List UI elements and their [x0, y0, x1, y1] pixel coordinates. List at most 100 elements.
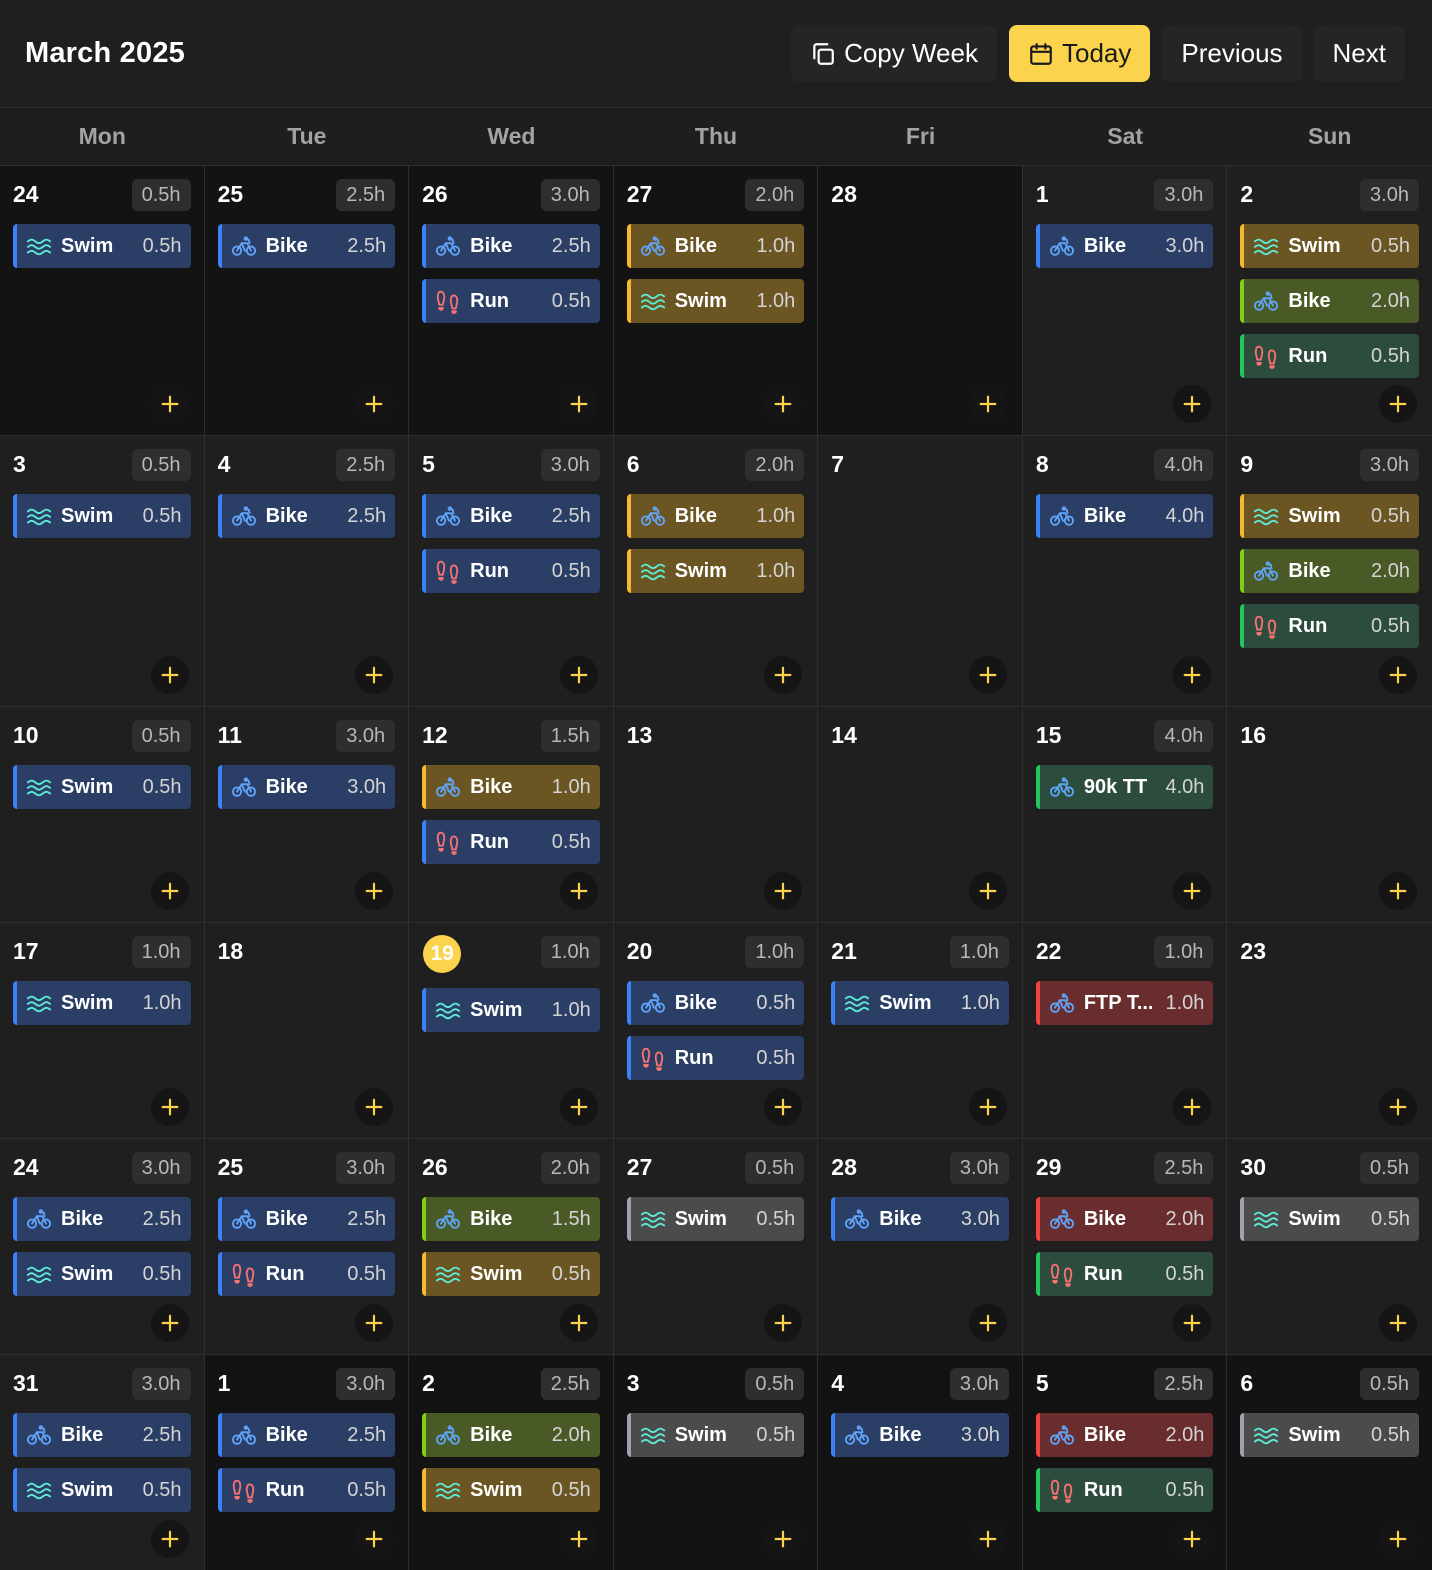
add-workout-button[interactable]	[968, 1520, 1007, 1558]
add-workout-button[interactable]	[1173, 656, 1212, 694]
day-cell[interactable]: 2 2.5h Bike 2.0h Swim 0.5h	[409, 1355, 614, 1570]
add-workout-button[interactable]	[150, 1304, 189, 1342]
day-cell[interactable]: 28 3.0h Bike 3.0h	[818, 1139, 1023, 1355]
workout-event-run[interactable]: Run 0.5h	[1035, 1252, 1214, 1296]
add-workout-button[interactable]	[150, 1520, 189, 1558]
add-workout-button[interactable]	[1173, 1088, 1212, 1126]
workout-event-bike[interactable]: 90k TT 4.0h	[1035, 765, 1214, 809]
day-cell[interactable]: 10 0.5h Swim 0.5h	[0, 707, 205, 923]
add-workout-button[interactable]	[559, 656, 598, 694]
workout-event-swim[interactable]: Swim 1.0h	[626, 549, 805, 593]
previous-button[interactable]: Previous	[1162, 25, 1302, 82]
workout-event-run[interactable]: Run 0.5h	[217, 1252, 396, 1296]
day-cell[interactable]: 2 3.0h Swim 0.5h Bike 2.0h Run 0.5h	[1227, 166, 1432, 436]
workout-event-swim[interactable]: Swim 0.5h	[13, 1468, 191, 1512]
add-workout-button[interactable]	[355, 872, 394, 910]
workout-event-swim[interactable]: Swim 0.5h	[13, 494, 191, 538]
workout-event-swim[interactable]: Swim 0.5h	[13, 765, 191, 809]
workout-event-swim[interactable]: Swim 0.5h	[1240, 494, 1419, 538]
add-workout-button[interactable]	[559, 1304, 598, 1342]
workout-event-bike[interactable]: Bike 1.0h	[626, 494, 805, 538]
workout-event-bike[interactable]: Bike 2.5h	[217, 224, 396, 268]
day-cell[interactable]: 17 1.0h Swim 1.0h	[0, 923, 205, 1139]
add-workout-button[interactable]	[355, 1088, 394, 1126]
day-cell[interactable]: 3 0.5h Swim 0.5h	[0, 436, 205, 707]
workout-event-swim[interactable]: Swim 0.5h	[626, 1197, 805, 1241]
add-workout-button[interactable]	[968, 872, 1007, 910]
workout-event-bike[interactable]: Bike 1.0h	[422, 765, 600, 809]
workout-event-bike[interactable]: Bike 2.0h	[1035, 1197, 1214, 1241]
copy-week-button[interactable]: Copy Week	[791, 25, 997, 82]
day-cell[interactable]: 20 1.0h Bike 0.5h Run 0.5h	[613, 923, 819, 1139]
add-workout-button[interactable]	[559, 385, 598, 423]
day-cell[interactable]: 27 0.5h Swim 0.5h	[613, 1139, 819, 1355]
day-cell[interactable]: 1 3.0h Bike 2.5h Run 0.5h	[204, 1355, 410, 1570]
add-workout-button[interactable]	[764, 656, 803, 694]
workout-event-bike[interactable]: Bike 2.5h	[13, 1413, 191, 1457]
workout-event-swim[interactable]: Swim 1.0h	[13, 981, 191, 1025]
day-cell[interactable]: 24 3.0h Bike 2.5h Swim 0.5h	[0, 1139, 205, 1355]
day-cell[interactable]: 13	[613, 707, 819, 923]
workout-event-swim[interactable]: Swim 1.0h	[831, 981, 1009, 1025]
day-cell[interactable]: 9 3.0h Swim 0.5h Bike 2.0h Run 0.5h	[1227, 436, 1432, 707]
day-cell[interactable]: 6 2.0h Bike 1.0h Swim 1.0h	[613, 436, 819, 707]
day-cell[interactable]: 22 1.0h FTP T... 1.0h	[1022, 923, 1228, 1139]
workout-event-run[interactable]: Run 0.5h	[422, 549, 600, 593]
add-workout-button[interactable]	[355, 1520, 394, 1558]
add-workout-button[interactable]	[764, 872, 803, 910]
workout-event-run[interactable]: Run 0.5h	[1240, 334, 1419, 378]
add-workout-button[interactable]	[150, 872, 189, 910]
day-cell[interactable]: 6 0.5h Swim 0.5h	[1227, 1355, 1432, 1570]
workout-event-swim[interactable]: Swim 0.5h	[422, 1252, 600, 1296]
add-workout-button[interactable]	[1378, 385, 1417, 423]
add-workout-button[interactable]	[968, 1304, 1007, 1342]
workout-event-bike[interactable]: Bike 3.0h	[831, 1197, 1009, 1241]
add-workout-button[interactable]	[1378, 1088, 1417, 1126]
day-cell[interactable]: 19 1.0h Swim 1.0h	[409, 923, 614, 1139]
add-workout-button[interactable]	[150, 1088, 189, 1126]
add-workout-button[interactable]	[559, 1520, 598, 1558]
workout-event-run[interactable]: Run 0.5h	[422, 820, 600, 864]
add-workout-button[interactable]	[968, 1088, 1007, 1126]
day-cell[interactable]: 31 3.0h Bike 2.5h Swim 0.5h	[0, 1355, 205, 1570]
workout-event-swim[interactable]: Swim 0.5h	[422, 1468, 600, 1512]
day-cell[interactable]: 4 2.5h Bike 2.5h	[204, 436, 410, 707]
day-cell[interactable]: 12 1.5h Bike 1.0h Run 0.5h	[409, 707, 614, 923]
day-cell[interactable]: 5 3.0h Bike 2.5h Run 0.5h	[409, 436, 614, 707]
workout-event-bike[interactable]: Bike 2.0h	[1240, 279, 1419, 323]
add-workout-button[interactable]	[764, 1088, 803, 1126]
add-workout-button[interactable]	[1173, 1520, 1212, 1558]
add-workout-button[interactable]	[355, 656, 394, 694]
add-workout-button[interactable]	[559, 1088, 598, 1126]
workout-event-bike[interactable]: Bike 2.5h	[422, 494, 600, 538]
workout-event-bike[interactable]: Bike 2.5h	[13, 1197, 191, 1241]
day-cell[interactable]: 1 3.0h Bike 3.0h	[1022, 166, 1228, 436]
add-workout-button[interactable]	[764, 1304, 803, 1342]
day-cell[interactable]: 11 3.0h Bike 3.0h	[204, 707, 410, 923]
day-cell[interactable]: 5 2.5h Bike 2.0h Run 0.5h	[1022, 1355, 1228, 1570]
day-cell[interactable]: 14	[818, 707, 1023, 923]
day-cell[interactable]: 29 2.5h Bike 2.0h Run 0.5h	[1022, 1139, 1228, 1355]
day-cell[interactable]: 15 4.0h 90k TT 4.0h	[1022, 707, 1228, 923]
add-workout-button[interactable]	[1173, 872, 1212, 910]
workout-event-bike[interactable]: Bike 1.5h	[422, 1197, 600, 1241]
day-cell[interactable]: 3 0.5h Swim 0.5h	[613, 1355, 819, 1570]
add-workout-button[interactable]	[968, 385, 1007, 423]
day-cell[interactable]: 24 0.5h Swim 0.5h	[0, 166, 205, 436]
workout-event-bike[interactable]: Bike 2.5h	[217, 1413, 396, 1457]
workout-event-run[interactable]: Run 0.5h	[1035, 1468, 1214, 1512]
day-cell[interactable]: 27 2.0h Bike 1.0h Swim 1.0h	[613, 166, 819, 436]
day-cell[interactable]: 7	[818, 436, 1023, 707]
workout-event-run[interactable]: Run 0.5h	[626, 1036, 805, 1080]
next-button[interactable]: Next	[1313, 25, 1405, 82]
workout-event-swim[interactable]: Swim 0.5h	[626, 1413, 805, 1457]
add-workout-button[interactable]	[1378, 1520, 1417, 1558]
add-workout-button[interactable]	[355, 1304, 394, 1342]
workout-event-swim[interactable]: Swim 0.5h	[1240, 1413, 1419, 1457]
add-workout-button[interactable]	[1378, 1304, 1417, 1342]
workout-event-run[interactable]: Run 0.5h	[422, 279, 600, 323]
workout-event-bike[interactable]: Bike 1.0h	[626, 224, 805, 268]
day-cell[interactable]: 4 3.0h Bike 3.0h	[818, 1355, 1023, 1570]
day-cell[interactable]: 30 0.5h Swim 0.5h	[1227, 1139, 1432, 1355]
workout-event-run[interactable]: Run 0.5h	[217, 1468, 396, 1512]
